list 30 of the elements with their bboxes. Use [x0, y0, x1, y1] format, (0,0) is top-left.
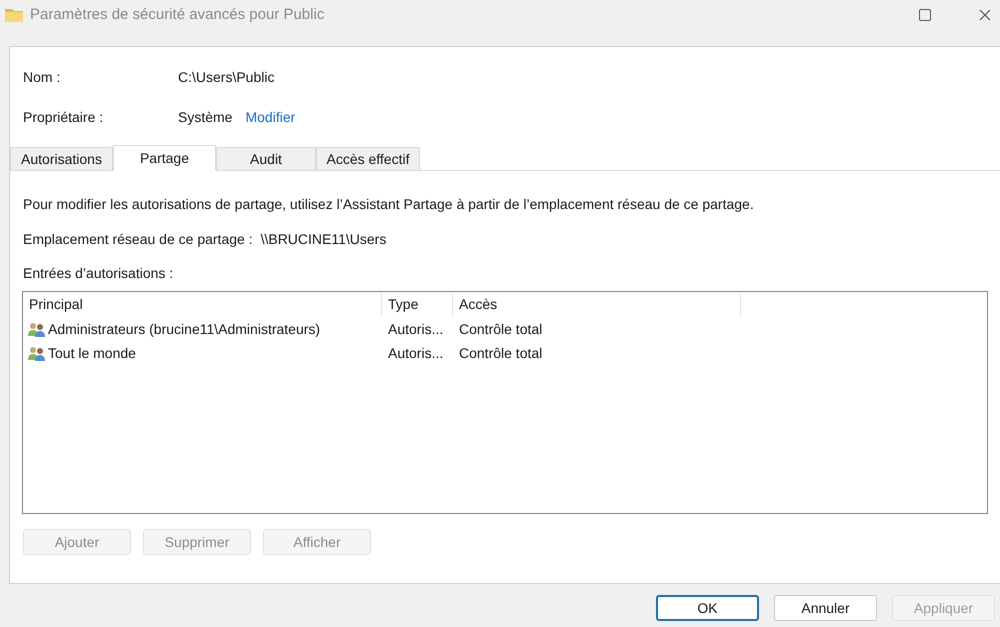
close-icon[interactable]	[979, 9, 991, 21]
tab[interactable]: Accès effectif	[316, 147, 420, 171]
users-icon	[28, 322, 45, 336]
column-header[interactable]: Accès	[453, 292, 741, 317]
description-text: Pour modifier les autorisations de partage, utilisez l’Assistant Partage à partir de l’emplacement réseau de ce partage.	[23, 195, 754, 214]
table-cell-text: Tout le monde	[48, 344, 136, 362]
modify-link[interactable]: Modifier	[245, 107, 296, 128]
field-value: C:\Users\Public	[178, 68, 274, 87]
column-header[interactable]: Principal	[23, 292, 382, 317]
table-cell: Contrôle total	[459, 344, 542, 360]
entries-label: Entrées d’autorisations :	[23, 264, 174, 283]
field-label: Nom :	[23, 68, 62, 87]
folder-icon	[5, 8, 23, 22]
window-title: Paramètres de sécurité avancés pour Public	[30, 4, 324, 25]
tab[interactable]: Autorisations	[10, 147, 113, 171]
tab[interactable]: Partage	[113, 145, 216, 171]
field-label: Propriétaire :	[23, 108, 104, 127]
table-cell: Autoris...	[388, 320, 444, 336]
maximize-icon[interactable]	[919, 9, 931, 21]
table-cell: Autoris...	[388, 344, 444, 360]
column-header[interactable]: Type	[382, 292, 453, 317]
dialog-button[interactable]: OK	[656, 595, 759, 621]
table-cell: Contrôle total	[459, 320, 542, 336]
tab[interactable]: Audit	[216, 147, 316, 171]
field-value: Système	[178, 108, 232, 127]
network-location-value: \\BRUCINE11\Users	[260, 230, 386, 249]
dialog-button[interactable]: Annuler	[774, 595, 877, 621]
table-cell-text: Administrateurs (brucine11\Administrateurs)	[48, 320, 320, 339]
network-location-label: Emplacement réseau de ce partage :	[23, 230, 253, 249]
users-icon	[28, 346, 45, 360]
